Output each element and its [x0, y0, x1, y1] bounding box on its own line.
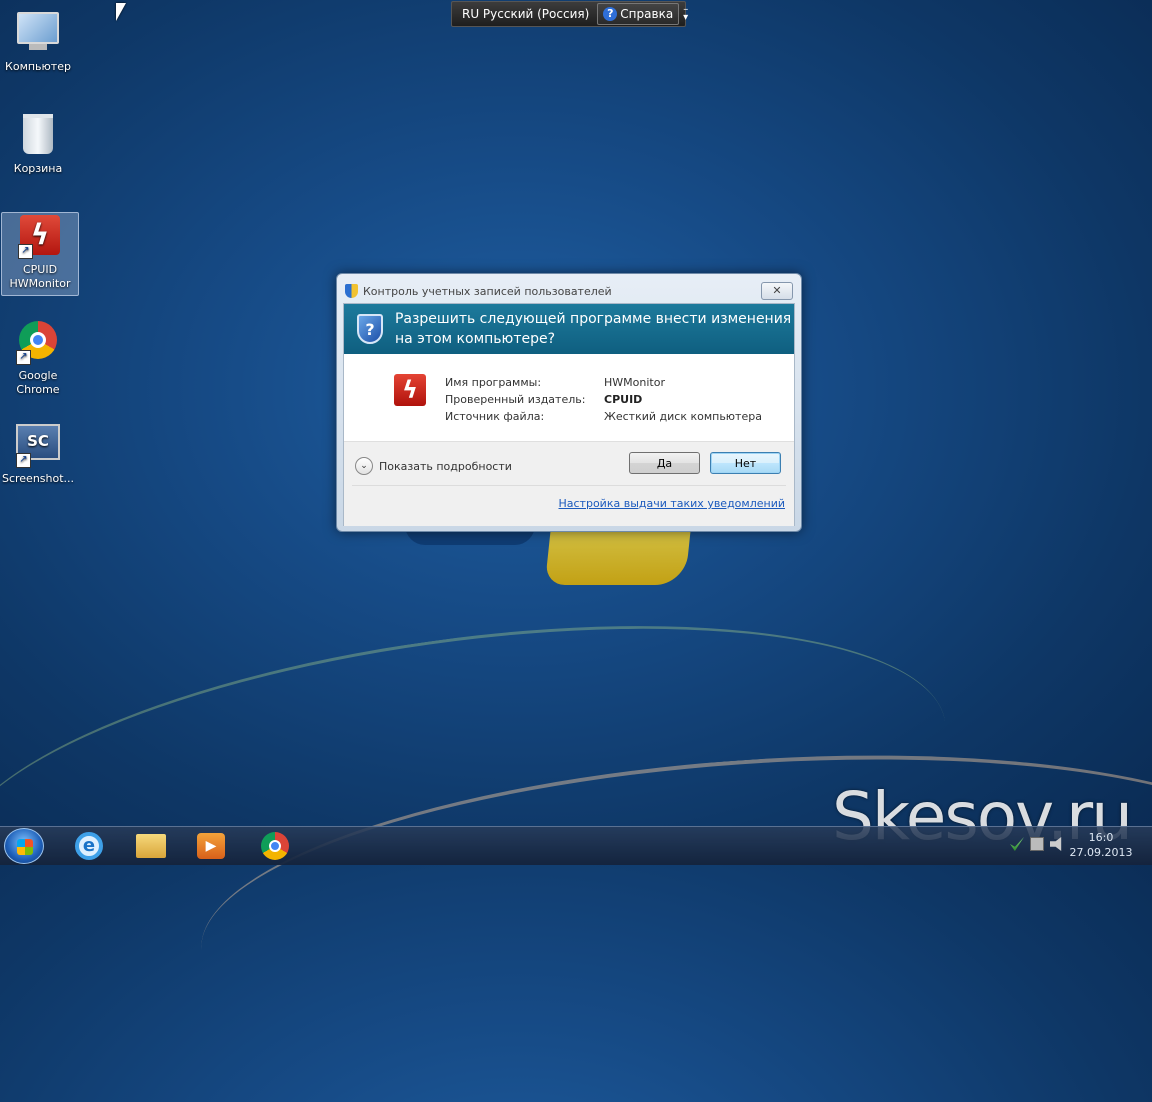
langbar-options-icon[interactable]: – ▾: [683, 5, 688, 23]
dialog-titlebar[interactable]: Контроль учетных записей пользователей: [345, 282, 612, 300]
desktop-icon-label: Корзина: [13, 162, 63, 175]
dialog-content: ? Разрешить следующей программе внести и…: [343, 303, 795, 526]
desktop-icon-computer[interactable]: Компьютер: [0, 8, 76, 74]
taskbar-media-player-button[interactable]: ▶: [188, 830, 234, 862]
no-button[interactable]: Нет: [710, 452, 781, 474]
language-bar[interactable]: RU Русский (Россия) ? Справка – ▾: [451, 1, 688, 27]
field-file-source: Источник файла: Жесткий диск компьютера: [445, 410, 762, 423]
taskbar: e ▶ 16:0 27.09.2013: [0, 826, 1152, 865]
help-label: Справка: [620, 7, 674, 21]
dialog-question: Разрешить следующей программе внести изм…: [394, 311, 792, 347]
clock-date: 27.09.2013: [1069, 846, 1133, 859]
shortcut-arrow-icon: ↗: [16, 453, 31, 468]
start-button[interactable]: [4, 828, 44, 864]
shortcut-arrow-icon: ↗: [16, 350, 31, 365]
mouse-cursor-icon: [116, 3, 126, 21]
taskbar-chrome-button[interactable]: [252, 830, 298, 862]
wallpaper-logo: [544, 525, 692, 585]
field-label: Проверенный издатель:: [445, 393, 586, 406]
desktop-icon-label: Screenshot...: [1, 472, 75, 485]
chrome-icon: ↗: [16, 321, 60, 365]
language-indicator[interactable]: RU Русский (Россия): [462, 7, 589, 21]
taskbar-ie-button[interactable]: e: [66, 830, 112, 862]
divider: [352, 485, 786, 486]
dialog-title: Контроль учетных записей пользователей: [363, 284, 612, 298]
action-center-flag-icon[interactable]: [1010, 837, 1024, 851]
network-icon[interactable]: [1030, 837, 1044, 851]
uac-dialog: Контроль учетных записей пользователей ✕…: [336, 273, 802, 532]
volume-icon[interactable]: [1050, 837, 1062, 851]
shortcut-arrow-icon: ↗: [18, 244, 33, 259]
system-tray: [1010, 837, 1064, 851]
chrome-icon: [261, 832, 289, 860]
screenshot-app-icon: SC ↗: [16, 424, 60, 468]
recycle-bin-icon: [16, 114, 60, 158]
program-details: ϟ Имя программы: HWMonitor Проверенный и…: [344, 354, 794, 440]
desktop-icon-hwmonitor[interactable]: ϟ ↗ CPUID HWMonitor: [1, 212, 79, 296]
show-details-toggle[interactable]: ⌄ Показать подробности: [355, 457, 512, 475]
desktop-icon-label: Компьютер: [5, 60, 71, 73]
desktop-icon-label: Google Chrome: [16, 369, 60, 396]
field-value: HWMonitor: [604, 376, 665, 389]
computer-icon: [16, 12, 60, 56]
media-player-icon: ▶: [197, 833, 225, 859]
desktop-icon-screenshot[interactable]: SC ↗ Screenshot...: [0, 420, 76, 486]
yes-button[interactable]: Да: [629, 452, 700, 474]
internet-explorer-icon: e: [75, 832, 103, 860]
help-button[interactable]: ? Справка: [597, 3, 680, 25]
folder-icon: [136, 834, 166, 858]
chevron-down-icon: ⌄: [355, 457, 373, 475]
hwmonitor-icon: ϟ ↗: [18, 215, 62, 259]
windows-logo-icon: [17, 839, 33, 855]
uac-shield-icon: [345, 284, 358, 298]
clock-time: 16:0: [1088, 831, 1114, 844]
field-value: Жесткий диск компьютера: [604, 410, 762, 423]
field-program-name: Имя программы: HWMonitor: [445, 376, 665, 389]
show-details-label: Показать подробности: [379, 459, 512, 473]
hwmonitor-icon: ϟ: [394, 374, 426, 406]
uac-question-shield-icon: ?: [357, 314, 383, 344]
dialog-footer: ⌄ Показать подробности Да Нет Настройка …: [344, 441, 794, 526]
field-publisher: Проверенный издатель: CPUID: [445, 393, 642, 406]
taskbar-clock[interactable]: 16:0 27.09.2013: [1066, 830, 1136, 860]
taskbar-explorer-button[interactable]: [128, 830, 174, 862]
desktop-icon-recycle-bin[interactable]: Корзина: [0, 110, 76, 176]
field-label: Источник файла:: [445, 410, 545, 423]
dialog-banner: ? Разрешить следующей программе внести и…: [344, 304, 794, 354]
desktop-icon-label: CPUID HWMonitor: [9, 263, 71, 290]
field-label: Имя программы:: [445, 376, 542, 389]
help-icon: ?: [603, 7, 618, 21]
close-button[interactable]: ✕: [761, 282, 793, 300]
desktop-icon-chrome[interactable]: ↗ Google Chrome: [0, 318, 76, 397]
notification-settings-link[interactable]: Настройка выдачи таких уведомлений: [559, 497, 786, 510]
field-value: CPUID: [604, 393, 643, 406]
